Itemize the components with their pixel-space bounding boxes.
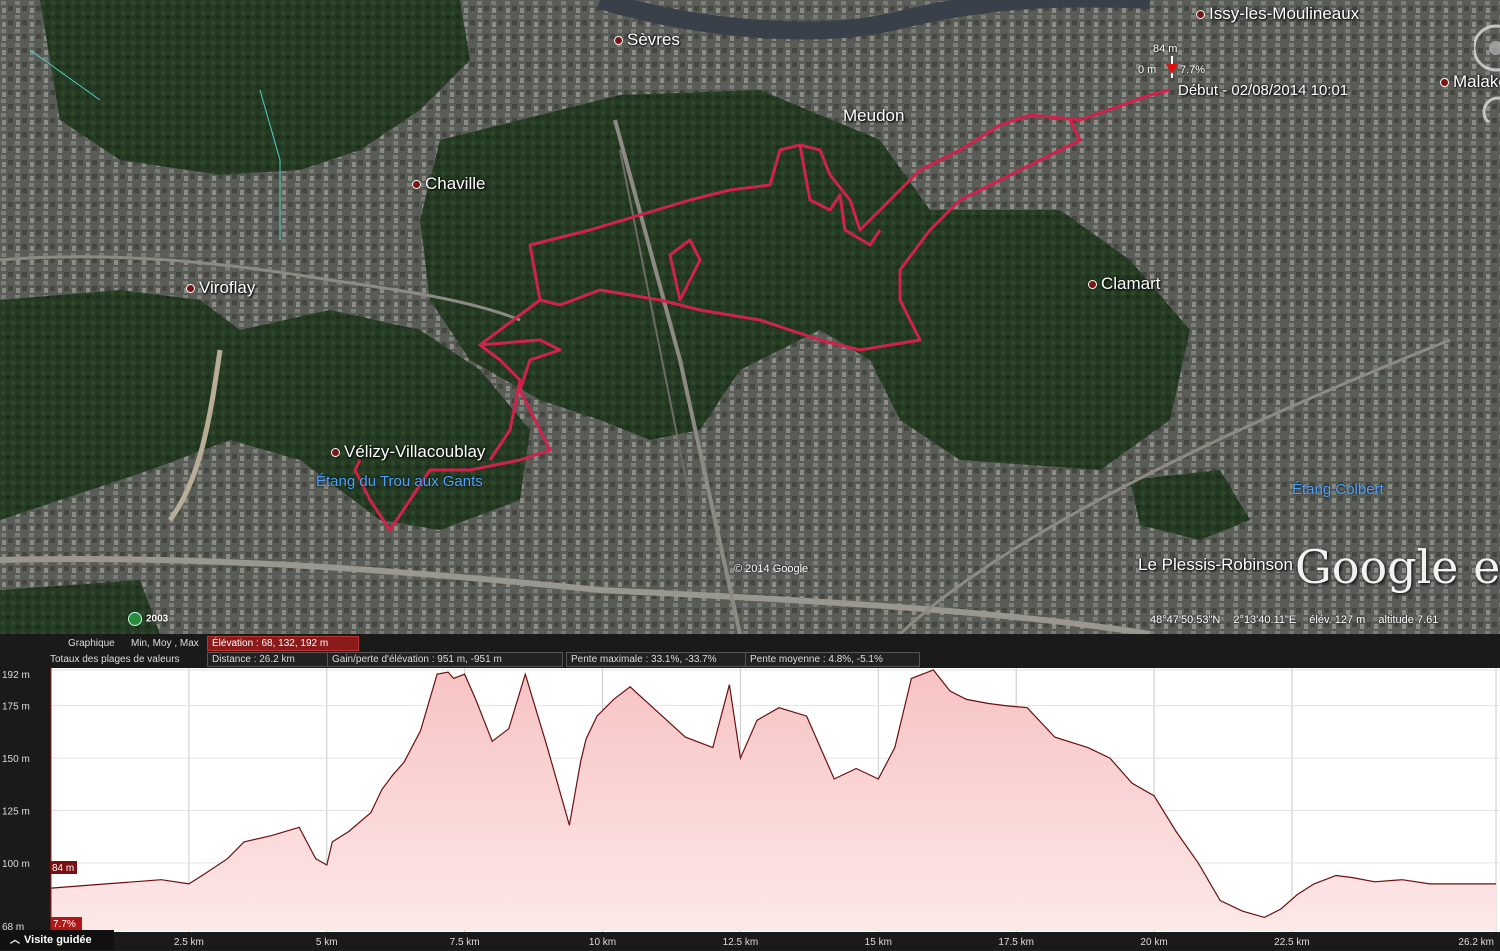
place-label[interactable]: Meudon	[843, 106, 904, 126]
max-slope-stat[interactable]: Pente maximale : 33.1%, -33.7%	[566, 652, 746, 667]
place-marker-icon	[1088, 280, 1097, 290]
x-tick-label: 2.5 km	[174, 937, 204, 948]
graph-mode-label: Min, Moy , Max	[131, 638, 199, 649]
graph-label: Graphique	[68, 638, 115, 649]
distance-stat[interactable]: Distance : 26.2 km	[207, 652, 329, 667]
place-label[interactable]: Viroflay	[186, 278, 255, 298]
elevation-gain-stat[interactable]: Gain/perte d'élévation : 951 m, -951 m	[327, 652, 563, 667]
start-elevation-label: 84 m	[1153, 43, 1178, 55]
eye-altitude: altitude 7.61	[1378, 614, 1439, 626]
navigation-controls[interactable]	[1474, 12, 1500, 122]
y-tick-label: 150 m	[2, 754, 30, 765]
y-tick-label: 192 m	[2, 670, 30, 681]
satellite-map[interactable]: Sèvres Issy-les-Moulineaux Malakoff Meud…	[0, 0, 1500, 634]
historical-imagery-year[interactable]: 2003	[128, 612, 168, 626]
x-tick-label: 22.5 km	[1274, 937, 1310, 948]
x-tick-label: 10 km	[589, 937, 616, 948]
start-label[interactable]: Début - 02/08/2014 10:01	[1178, 82, 1348, 99]
clock-icon	[128, 612, 142, 626]
x-tick-label: 15 km	[865, 937, 892, 948]
lake-label[interactable]: Étang du Trou aux Gants	[316, 473, 483, 490]
longitude: 2°13'40.11"E	[1233, 614, 1297, 626]
place-marker-icon	[186, 284, 195, 294]
cursor-grade-badge: 7.7%	[51, 917, 82, 930]
x-tick-label: 17.5 km	[998, 937, 1034, 948]
place-label[interactable]: Vélizy-Villacoublay	[331, 442, 485, 462]
y-axis: 192 m175 m150 m125 m100 m68 m	[2, 670, 30, 933]
x-tick-label: 5 km	[316, 937, 338, 948]
move-joystick-icon	[1482, 96, 1500, 122]
place-label[interactable]: Clamart	[1088, 274, 1161, 294]
ground-elevation: élév. 127 m	[1309, 614, 1366, 626]
status-bar: 48°47'50.53"N 2°13'40.11"E élév. 127 m a…	[1150, 614, 1448, 626]
x-tick-label: 26.2 km	[1458, 937, 1494, 948]
y-tick-label: 125 m	[2, 806, 30, 817]
y-tick-label: 100 m	[2, 859, 30, 870]
place-marker-icon	[1196, 10, 1205, 20]
lake-label[interactable]: Étang Colbert	[1292, 481, 1384, 498]
place-marker-icon	[614, 36, 623, 46]
copyright: © 2014 Google	[734, 563, 809, 575]
place-marker-icon	[331, 448, 340, 458]
svg-text:84 m: 84 m	[52, 863, 74, 874]
place-label[interactable]: Le Plessis-Robinson	[1138, 555, 1293, 575]
y-tick-label: 175 m	[2, 702, 30, 713]
cursor-elevation-badge: 84 m	[50, 861, 77, 874]
totals-label: Totaux des plages de valeurs	[50, 654, 180, 665]
place-label[interactable]: Sèvres	[614, 30, 680, 50]
elevation-chart[interactable]: 192 m175 m150 m125 m100 m68 m 2.5 km 5 km…	[0, 668, 1500, 950]
start-grade-label: 7.7%	[1180, 64, 1206, 76]
chevron-up-icon: ︿	[10, 935, 20, 946]
place-marker-icon	[1440, 78, 1449, 88]
svg-text:7.7%: 7.7%	[53, 919, 76, 930]
place-label[interactable]: Chaville	[412, 174, 485, 194]
place-label[interactable]: Issy-les-Moulineaux	[1196, 4, 1359, 24]
guided-tour-button[interactable]: ︿ Visite guidée	[0, 930, 114, 950]
latitude: 48°47'50.53"N	[1150, 614, 1221, 626]
avg-slope-stat[interactable]: Pente moyenne : 4.8%, -5.1%	[745, 652, 920, 667]
start-distance-label: 0 m	[1138, 64, 1157, 76]
google-earth-logo: Google ear	[1295, 540, 1500, 594]
start-marker-arrow-icon[interactable]	[1164, 56, 1180, 80]
x-tick-label: 12.5 km	[723, 937, 759, 948]
elevation-stat[interactable]: Élévation : 68, 132, 192 m	[207, 636, 359, 651]
place-marker-icon	[412, 180, 421, 190]
x-tick-label: 7.5 km	[450, 937, 480, 948]
x-axis: 2.5 km 5 km 7.5 km 10 km 12.5 km 15 km 17.5 km…	[174, 937, 1494, 948]
x-tick-label: 20 km	[1140, 937, 1167, 948]
